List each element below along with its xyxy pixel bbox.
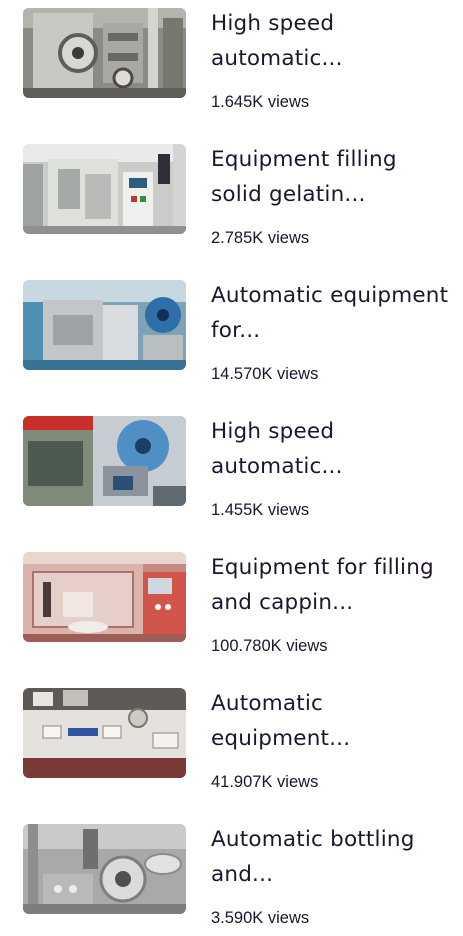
- machine-thumbnail-6-image: [23, 688, 186, 778]
- video-thumbnail[interactable]: [23, 416, 186, 506]
- machine-thumbnail-5-image: [23, 552, 186, 642]
- machine-thumbnail-1-image: [23, 8, 186, 98]
- view-count: 100.780K views: [211, 637, 328, 655]
- machine-thumbnail-7-image: [23, 824, 186, 914]
- machine-thumbnail-2-image: [23, 144, 186, 234]
- view-count: 2.785K views: [211, 229, 310, 247]
- video-item[interactable]: Automatic equipment for... 14.570K views: [0, 272, 463, 392]
- view-count: 3.590K views: [211, 909, 310, 927]
- video-item[interactable]: High speed automatic... 1.645K views: [0, 0, 463, 120]
- video-item[interactable]: Automatic bottling and... 3.590K views: [0, 816, 463, 936]
- video-thumbnail[interactable]: [23, 8, 186, 98]
- video-thumbnail[interactable]: [23, 824, 186, 914]
- view-count: 1.645K views: [211, 93, 310, 111]
- video-title[interactable]: Automatic equipment for...: [211, 278, 451, 348]
- video-title[interactable]: High speed automatic...: [211, 414, 451, 484]
- video-title[interactable]: Equipment for filling and cappin...: [211, 550, 451, 620]
- video-title[interactable]: Automatic bottling and...: [211, 822, 451, 892]
- machine-thumbnail-3-image: [23, 280, 186, 370]
- video-item[interactable]: Equipment filling solid gelatin... 2.785…: [0, 136, 463, 256]
- video-title[interactable]: High speed automatic...: [211, 6, 451, 76]
- view-count: 1.455K views: [211, 501, 310, 519]
- video-item[interactable]: Automatic equipment... 41.907K views: [0, 680, 463, 800]
- video-item[interactable]: High speed automatic... 1.455K views: [0, 408, 463, 528]
- video-thumbnail[interactable]: [23, 280, 186, 370]
- video-thumbnail[interactable]: [23, 552, 186, 642]
- video-thumbnail[interactable]: [23, 688, 186, 778]
- view-count: 41.907K views: [211, 773, 319, 791]
- video-title[interactable]: Equipment filling solid gelatin...: [211, 142, 451, 212]
- view-count: 14.570K views: [211, 365, 319, 383]
- video-thumbnail[interactable]: [23, 144, 186, 234]
- machine-thumbnail-4-image: [23, 416, 186, 506]
- video-item[interactable]: Equipment for filling and cappin... 100.…: [0, 544, 463, 664]
- video-title[interactable]: Automatic equipment...: [211, 686, 451, 756]
